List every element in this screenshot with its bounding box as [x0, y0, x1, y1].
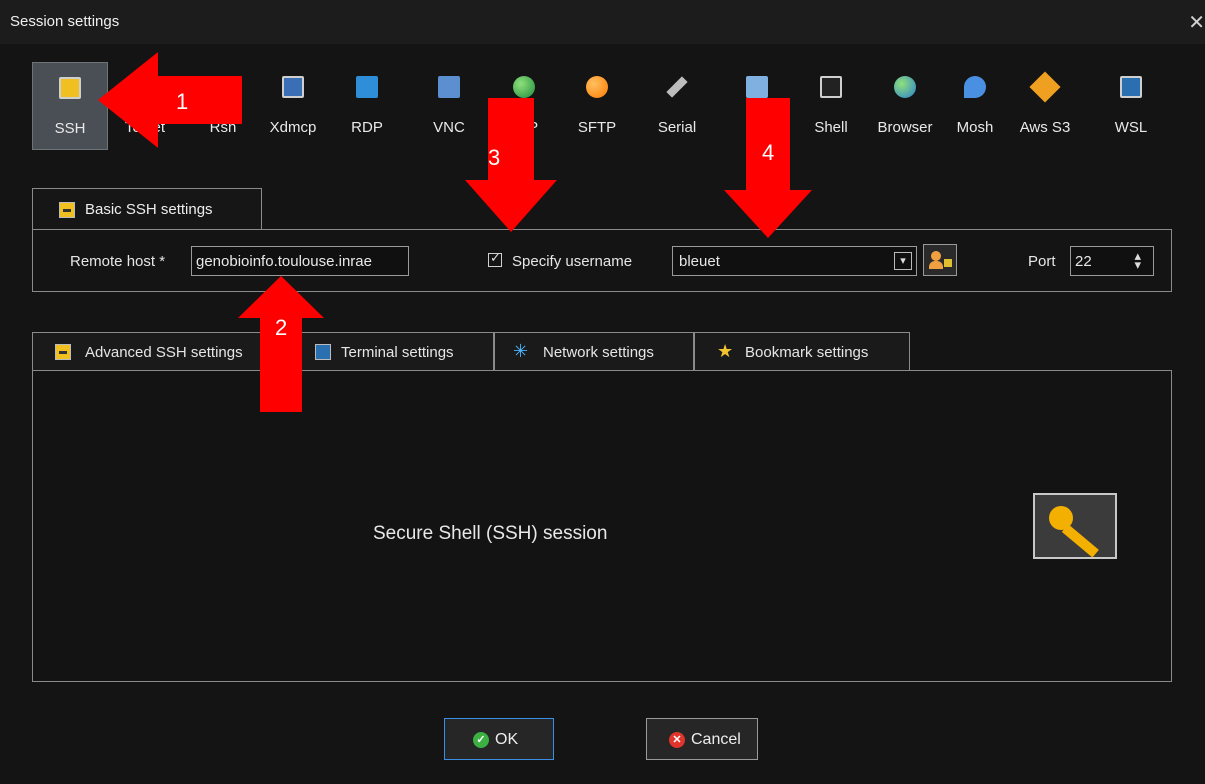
annotation-overlay [98, 52, 812, 412]
annotation-number-2: 2 [275, 315, 288, 340]
annotation-number-3: 3 [488, 145, 501, 170]
annotation-arrow-2 [238, 276, 324, 412]
annotation-number-4: 4 [762, 140, 775, 165]
annotation-arrow-4 [724, 98, 812, 238]
annotation-arrow-3 [465, 98, 557, 232]
annotation-number-1: 1 [176, 89, 189, 114]
annotation-arrow-1 [98, 52, 242, 148]
session-settings-window: Session settings ✕ SSH Telnet Rsh Xdmcp … [0, 0, 1205, 784]
